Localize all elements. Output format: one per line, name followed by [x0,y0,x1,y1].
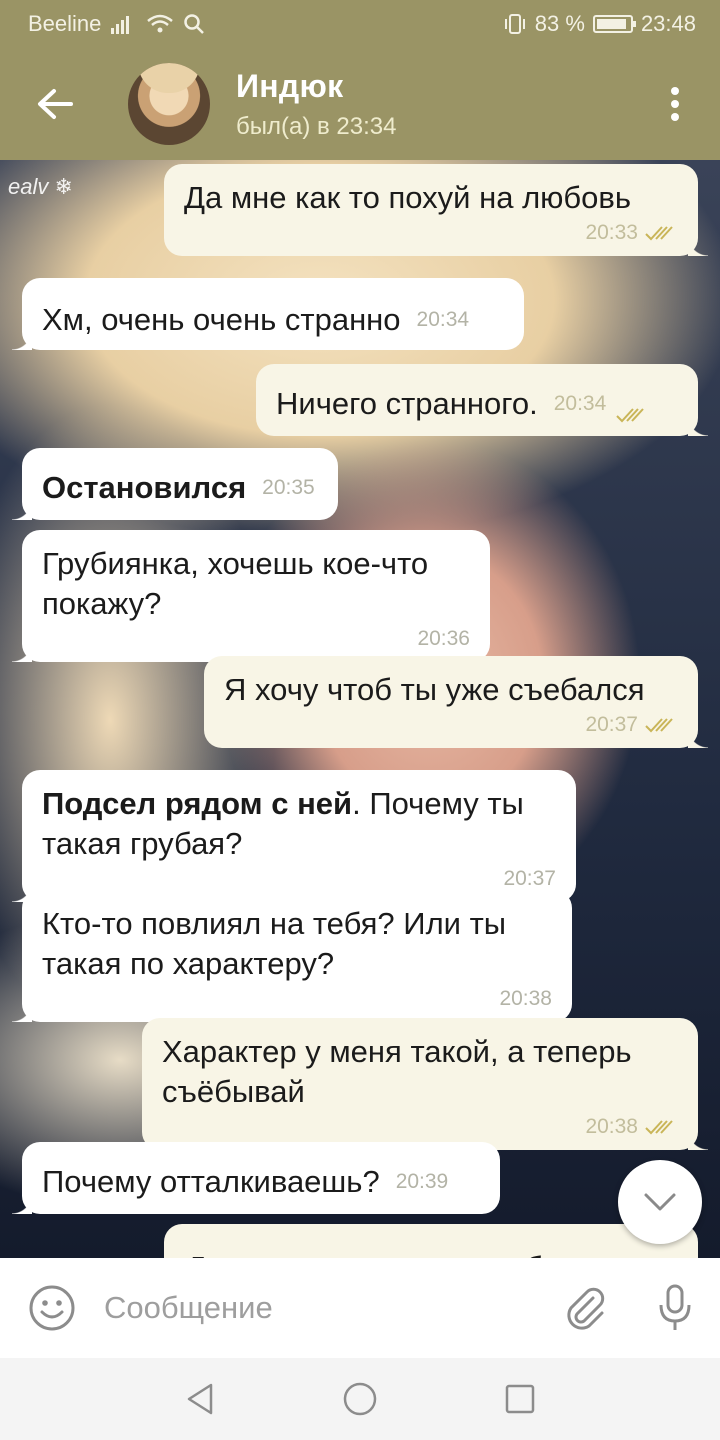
message-input-bar [0,1258,720,1358]
signal-icon [111,14,137,34]
vibrate-icon [503,13,527,35]
smiley-icon [29,1285,75,1331]
battery-icon [592,15,636,33]
message-outgoing[interactable]: Характер у меня такой, а теперь съёбывай… [142,1018,708,1150]
more-options-button[interactable] [630,48,720,160]
message-time: 20:37 [585,713,638,736]
message-text: Почему отталкиваешь? [42,1164,380,1199]
message-outgoing[interactable]: Ничего странного. 20:34 [256,364,708,436]
message-text: Грубиянка, хочешь кое-что покажу? [42,546,429,621]
clock: 23:48 [640,11,696,36]
message-time: 20:36 [417,627,470,650]
message-time: 20:34 [553,392,607,415]
message-outgoing[interactable]: Я хочу чтоб ты уже съебался 20:37 [204,656,708,748]
battery-percent: 83 % [534,11,585,36]
message-action-text: Остановился [42,470,247,505]
message-text: Хм, очень очень странно [42,302,401,337]
message-time: 20:38 [585,1115,638,1138]
arrow-left-icon [38,89,73,119]
message-time: 20:35 [262,476,315,499]
message-incoming[interactable]: Почему отталкиваешь? 20:39 [12,1142,500,1214]
message-text: Характер у меня такой, а теперь съёбывай [162,1034,632,1109]
message-text-block: Подсел рядом с ней. Почему ты такая груб… [42,784,562,864]
scroll-to-bottom-button[interactable] [618,1160,702,1244]
message-incoming[interactable]: Кто-то повлиял на тебя? Или ты такая по … [12,890,572,1022]
carrier-label: Beeline [28,11,102,36]
nav-recents-button[interactable] [495,1374,545,1424]
search-icon [183,13,205,35]
read-ticks-icon [645,718,673,733]
wallpaper-signature: ealv ❄ [8,174,73,199]
read-ticks-icon [645,226,673,241]
message-action-text: Подсел рядом с ней [42,786,353,821]
nav-home-button[interactable] [335,1374,385,1424]
message-incoming[interactable]: Грубиянка, хочешь кое-что покажу? 20:36 [12,530,490,662]
message-text: Да мне как то похуй на любовь [184,180,632,215]
circle-home-icon [343,1382,377,1416]
message-time: 20:37 [503,867,556,890]
chat-header: Индюк был(а) в 23:34 [0,48,720,160]
microphone-icon [659,1284,691,1330]
chat-title-block[interactable]: Индюк был(а) в 23:34 [236,68,396,141]
message-text: Кто-то повлиял на тебя? Или ты такая по … [42,906,507,981]
message-incoming[interactable]: Остановился 20:35 [12,448,338,520]
message-outgoing[interactable]: Да мне как то похуй на любовь 20:33 [164,164,708,256]
chevron-down-icon [644,1193,676,1211]
wifi-icon [147,14,174,34]
message-time: 20:34 [416,308,470,331]
back-button[interactable] [0,48,110,160]
square-recents-icon [505,1384,535,1414]
message-time: 20:39 [395,1170,449,1193]
paperclip-icon [567,1287,605,1330]
last-seen-status: был(а) в 23:34 [236,112,397,140]
chat-name: Индюк [236,67,344,104]
status-bar: Beeline 83 % 23:48 [0,0,720,48]
voice-record-button[interactable] [630,1258,720,1358]
message-text: Ничего странного. [276,386,538,421]
message-text: Я хочу чтоб ты уже съебался [224,672,645,707]
nav-back-button[interactable] [175,1374,225,1424]
read-ticks-icon [616,408,644,423]
avatar[interactable] [128,63,210,145]
read-ticks-icon [645,1120,673,1135]
message-input[interactable] [104,1290,540,1326]
message-time: 20:38 [499,987,552,1010]
system-navigation-bar [0,1358,720,1440]
emoji-button[interactable] [0,1258,104,1358]
message-incoming[interactable]: Подсел рядом с ней. Почему ты такая груб… [12,770,576,902]
message-incoming[interactable]: Хм, очень очень странно 20:34 [12,278,524,350]
message-time: 20:33 [585,221,638,244]
more-vertical-icon [671,87,679,121]
attach-button[interactable] [540,1258,630,1358]
triangle-back-icon [187,1383,213,1415]
